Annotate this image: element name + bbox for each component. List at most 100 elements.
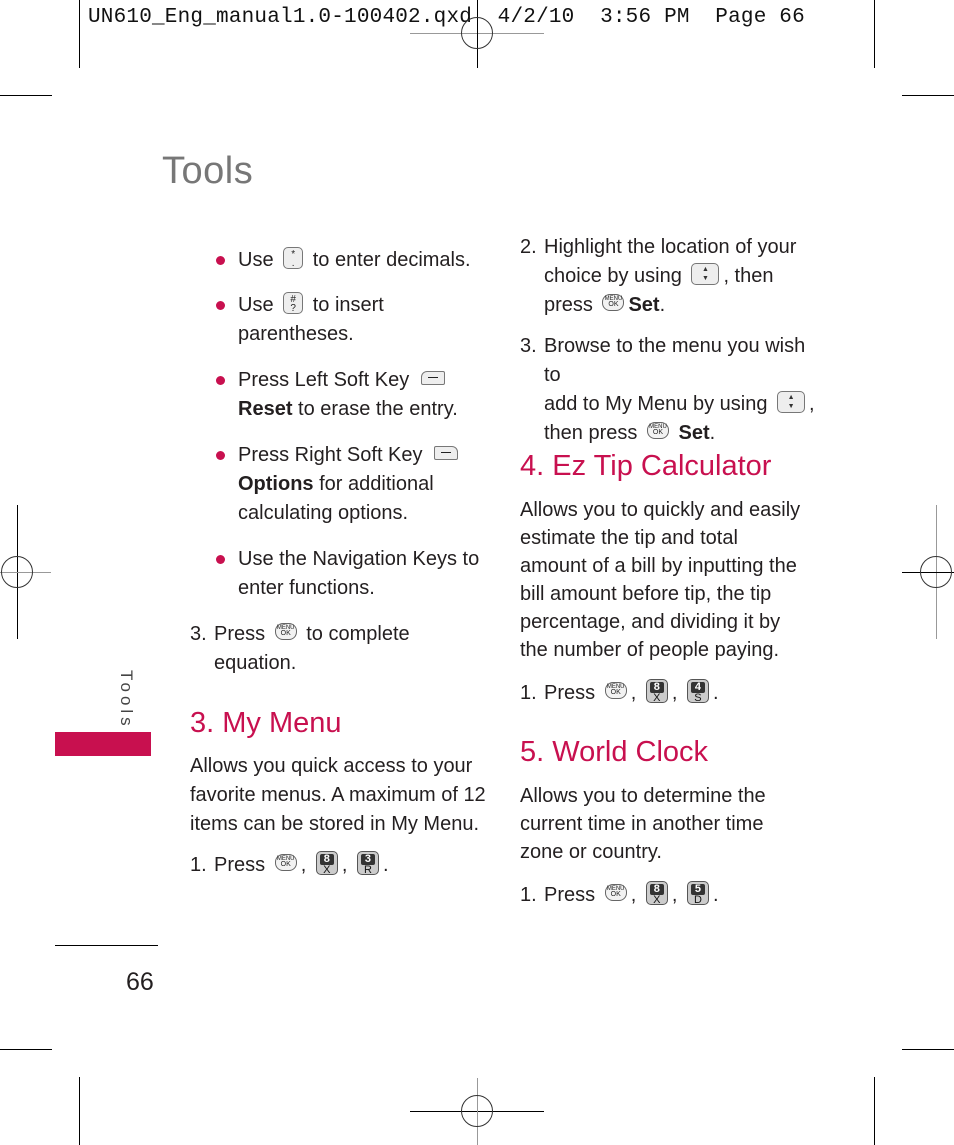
description-line: items can be stored in My Menu. [190,813,480,835]
my-menu-heading: 3. My Menu [190,707,342,739]
key-4-icon: 4S [686,678,709,703]
bullet-text: for additional [319,473,434,495]
step-text: choice by using [544,265,682,287]
bullet-decimals: Use *. to enter decimals. [214,246,508,275]
description-line: percentage, and dividing it by [520,611,781,633]
step-bold-text: Set [678,422,710,444]
step-number: 2. [520,236,537,258]
print-slug: UN610_Eng_manual1.0-100402.qxd 4/2/10 3:… [88,6,805,29]
world-clock-heading: 5. World Clock [520,736,709,768]
bullet-dot [216,451,225,460]
description-line: Allows you to determine the [520,785,766,807]
crop-mark-bl-v [79,1077,80,1145]
bullet-text: parentheses. [238,323,354,345]
description-line: Allows you quick access to your [190,755,473,777]
bullet-text: to insert [312,294,384,316]
ez-tip-description: Allows you to quickly and easily estimat… [520,496,820,664]
bullet-navigation: Use the Navigation Keys to enter functio… [214,545,508,603]
page-number: 66 [126,968,154,996]
step-browse-menu: 3. Browse to the menu you wish to add to… [520,332,820,448]
step-bold-text: Set [628,294,660,316]
step-text: . [709,422,716,444]
side-tab-label: Tools [117,670,136,730]
step-complete-equation: 3. Press MENU OK to complete equation. [190,620,490,678]
menu-ok-key-icon: MENU OK [602,294,625,312]
key-8-icon: 8X [315,850,338,875]
step-text: then press [544,422,638,444]
bullet-text: to enter decimals. [312,249,471,271]
page-title: Tools [162,150,254,192]
bullet-text: Use [238,249,274,271]
description-line: estimate the tip and total [520,527,738,549]
description-line: amount of a bill by inputting the [520,555,797,577]
side-tab-bar [55,732,151,756]
step-highlight-location: 2. Highlight the location of your choice… [520,233,820,320]
step-text: add to My Menu by using [544,393,768,415]
step-text: Press [544,884,596,906]
navigation-key-icon: ▲ ▼ [691,262,720,285]
footer-rule [55,945,158,946]
description-line: the number of people paying. [520,639,780,661]
step-text: Press [214,854,266,876]
crop-mark-tr-v [874,0,875,68]
menu-ok-key-icon: MENU OK [274,623,297,641]
pound-key-icon: #? [283,291,304,314]
bullet-text: Press Left Soft Key [238,369,410,391]
bullet-text: enter functions. [238,577,375,599]
ez-tip-step-1: 1. Press MENU OK, 8X, 4S. [520,678,820,708]
star-key-icon: *. [283,246,304,269]
world-clock-description: Allows you to determine the current time… [520,782,820,866]
bullet-dot [216,376,225,385]
bullet-bold-text: Reset [238,398,293,420]
description-line: zone or country. [520,841,662,863]
bullet-text: to erase the entry. [298,398,458,420]
bullet-parentheses: Use #? to insert parentheses. [214,291,508,349]
crop-mark-br-h [902,1049,954,1050]
my-menu-description: Allows you quick access to your favorite… [190,752,490,839]
bullet-dot [216,301,225,310]
step-number: 1. [520,682,537,704]
left-soft-key-icon [420,370,445,385]
bullet-dot [216,555,225,564]
step-text: Press [544,682,596,704]
world-clock-step-1: 1. Press MENU OK, 8X, 5D. [520,880,820,910]
navigation-key-icon: ▲ ▼ [777,390,806,413]
bullet-options: Press Right Soft Key Options for additio… [214,441,508,528]
description-line: favorite menus. A maximum of 12 [190,784,486,806]
my-menu-step-1: 1. Press MENU OK, 8X, 3R. [190,850,490,880]
step-text: Highlight the location of your [544,236,797,258]
crop-mark-br-v [874,1077,875,1145]
key-8-icon: 8X [645,880,668,905]
bullet-bold-text: Options [238,473,314,495]
step-number: 3. [520,335,537,357]
description-line: bill amount before tip, the tip [520,583,772,605]
reg-mark-right-circle [920,556,952,588]
bullet-text: Press Right Soft Key [238,444,423,466]
key-3-icon: 3R [356,850,379,875]
step-number: 3. [190,623,207,645]
step-text: , [809,393,815,415]
step-number: 1. [190,854,207,876]
description-line: Allows you to quickly and easily [520,499,801,521]
menu-ok-key-icon: MENU OK [274,854,297,872]
step-text: . [659,294,666,316]
menu-ok-key-icon: MENU OK [604,682,627,700]
step-text: equation. [214,652,297,674]
step-text: Browse to the menu you wish to [544,335,806,386]
bullet-reset: Press Left Soft Key Reset to erase the e… [214,366,508,424]
right-soft-key-icon [434,445,459,460]
step-number: 1. [520,884,537,906]
step-text: , then [723,265,774,287]
menu-ok-key-icon: MENU OK [646,422,669,440]
bullet-dot [216,256,225,265]
description-line: current time in another time [520,813,764,835]
crop-mark-tr-h [902,95,954,96]
bullet-text: Use the Navigation Keys to [238,548,480,570]
crop-mark-bl-h [0,1049,52,1050]
menu-ok-key-icon: MENU OK [604,884,627,902]
step-text: Press [214,623,266,645]
key-8-icon: 8X [645,678,668,703]
bullet-text: Use [238,294,274,316]
reg-mark-bottom-circle [461,1095,493,1127]
crop-mark-tl-h [0,95,52,96]
